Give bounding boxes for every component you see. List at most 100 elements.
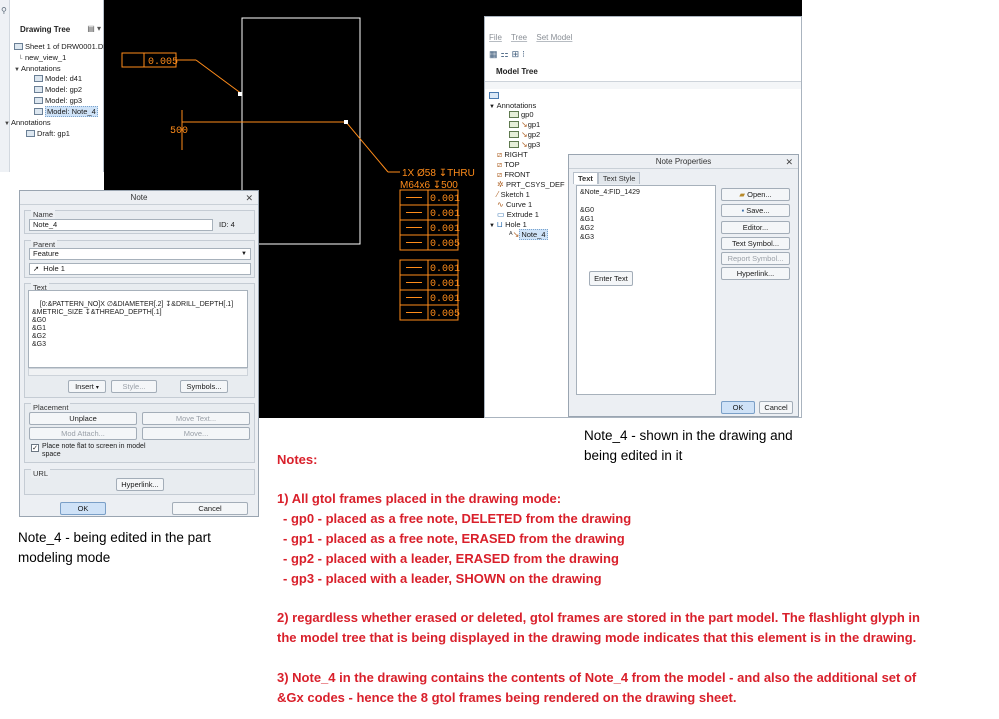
tree-item-right[interactable]: ⧄ RIGHT	[497, 150, 528, 160]
tree-item-gp1[interactable]: ↘gp1	[509, 120, 540, 130]
menu-tree[interactable]: Tree	[511, 33, 527, 42]
tree-item-gp2[interactable]: ↘gp2	[509, 130, 540, 140]
dialog-title-bar: Note Properties ✕	[569, 155, 798, 169]
gtol-value: 0.005	[430, 309, 460, 320]
folder-icon: ▰	[739, 190, 748, 199]
gtol-icon	[34, 86, 43, 93]
tree-settings-icon[interactable]: ⁝	[522, 49, 528, 59]
close-icon[interactable]: ✕	[785, 155, 793, 169]
horizontal-scrollbar[interactable]	[28, 368, 248, 376]
tree-item-model-note4[interactable]: Model: Note_4	[34, 106, 98, 117]
menu-set-model[interactable]: Set Model	[536, 33, 572, 42]
parent-type-select[interactable]: Feature ▼	[29, 248, 251, 260]
name-group: Name Note_4 ID: 4	[24, 210, 255, 234]
gtol-value: 0.001	[430, 294, 460, 305]
curve-icon: ∿	[497, 200, 506, 209]
dim-500-text: 500	[170, 126, 188, 137]
mod-attach-button[interactable]: Mod Attach...	[29, 427, 137, 440]
menu-file[interactable]: File	[489, 33, 502, 42]
style-button[interactable]: Style...	[111, 380, 157, 393]
side-tab-strip: ⚲	[0, 0, 10, 172]
notes-p1-item: - gp1 - placed as a free note, ERASED fr…	[283, 531, 625, 546]
url-group: URL Hyperlink...	[24, 469, 255, 495]
tree-item-curve1[interactable]: ∿ Curve 1	[497, 200, 532, 210]
drawing-tree-header: Drawing Tree ▤ ▾	[10, 22, 104, 38]
editor-button[interactable]: Editor...	[721, 221, 790, 234]
close-icon[interactable]: ✕	[245, 191, 253, 205]
chevron-down-icon: ▾	[95, 385, 99, 391]
cancel-button[interactable]: Cancel	[172, 502, 248, 515]
collapse-arrow-icon[interactable]: ▼	[489, 223, 497, 229]
tree-expand-icon[interactable]: ⊞	[512, 49, 523, 59]
tree-filter-icon[interactable]: ▦	[489, 49, 501, 59]
part-node-icon[interactable]	[489, 91, 501, 101]
insert-button[interactable]: Insert ▾	[68, 380, 106, 393]
part-icon	[489, 92, 499, 99]
unplace-button[interactable]: Unplace	[29, 412, 137, 425]
ok-button[interactable]: OK	[721, 401, 755, 414]
tree-item-extrude1[interactable]: ▭ Extrude 1	[497, 210, 539, 220]
menu-bar: File Tree Set Model	[489, 33, 579, 42]
gtol-group-2: 0.001 0.001 0.001 0.005	[399, 259, 460, 321]
dialog-title-bar: Note ✕	[20, 191, 258, 205]
tree-item-draft-gp1[interactable]: Draft: gp1	[26, 128, 70, 139]
note-icon	[34, 108, 43, 115]
tree-item-front[interactable]: ⧄ FRONT	[497, 170, 530, 180]
place-flat-label: Place note flat to screen in model space	[42, 443, 146, 458]
cancel-button[interactable]: Cancel	[759, 401, 793, 414]
flashlight-icon: ↘	[521, 120, 528, 129]
tree-item-sketch1[interactable]: ⁄ Sketch 1	[497, 190, 530, 200]
enter-text-button[interactable]: Enter Text	[589, 271, 633, 286]
gtol-value: 0.005	[430, 239, 460, 250]
tab-text[interactable]: Text	[573, 172, 598, 184]
notes-p3-line2: &Gx codes - hence the 8 gtol frames bein…	[277, 690, 737, 705]
tree-item-model-d41[interactable]: Model: d41	[34, 73, 82, 84]
name-label: Name	[31, 210, 56, 219]
place-flat-checkbox[interactable]: ✓	[31, 444, 39, 452]
tree-item-sheet[interactable]: Sheet 1 of DRW0001.DRW	[14, 41, 116, 52]
name-input[interactable]: Note_4	[29, 219, 213, 231]
tree-item-view[interactable]: └ new_view_1	[18, 52, 66, 63]
notes-p1: 1) All gtol frames placed in the drawing…	[277, 491, 562, 506]
leader-anchor	[238, 92, 242, 96]
tree-item-note4[interactable]: ᴬ↘ Note_4	[509, 229, 548, 240]
gtol-icon	[509, 131, 519, 138]
tree-item-gp0[interactable]: gp0	[509, 110, 534, 120]
hole-callout-line1: 1X Ø58 ↧THRU	[402, 168, 475, 179]
gtol-group-1: 0.001 0.001 0.001 0.005	[399, 189, 460, 251]
dialog-title: Note	[130, 193, 148, 202]
toolbar: ▦⚏⊞⁝	[489, 49, 528, 60]
move-text-button[interactable]: Move Text...	[142, 412, 250, 425]
save-button[interactable]: ▪ Save...	[721, 204, 790, 217]
symbols-button[interactable]: Symbols...	[180, 380, 228, 393]
drawing-tree-title: Drawing Tree	[20, 25, 71, 34]
gtol-icon	[509, 121, 519, 128]
tree-columns-icon[interactable]: ⚏	[501, 49, 512, 59]
collapse-arrow-icon[interactable]: ▼	[489, 104, 497, 110]
tree-tab-icon[interactable]: ⚲	[1, 6, 7, 15]
model-tree-title: Model Tree	[496, 67, 538, 76]
open-button[interactable]: ▰ Open...	[721, 188, 790, 201]
tab-text-style[interactable]: Text Style	[597, 172, 641, 184]
tree-item-model-gp3[interactable]: Model: gp3	[34, 95, 82, 106]
report-symbol-button[interactable]: Report Symbol...	[721, 252, 790, 265]
tree-item-gp3[interactable]: ↘gp3	[509, 140, 540, 150]
tree-item-annotations-2[interactable]: ▼Annotations	[4, 117, 51, 128]
hyperlink-button[interactable]: Hyperlink...	[721, 267, 790, 280]
notes-p3-line1: 3) Note_4 in the drawing contains the co…	[277, 670, 917, 685]
parent-reference-field[interactable]: ➚ Hole 1	[29, 263, 251, 275]
collapse-arrow-icon[interactable]: ▼	[4, 119, 11, 130]
flashlight-icon: ↘	[521, 140, 528, 149]
collapse-arrow-icon[interactable]: ▼	[14, 65, 21, 76]
note-text-area[interactable]: &Note_4:FID_1429 &G0 &G1 &G2 &G3	[576, 185, 716, 395]
ok-button[interactable]: OK	[60, 502, 106, 515]
tree-item-csys[interactable]: ✲ PRT_CSYS_DEF	[497, 180, 565, 190]
note-text-area[interactable]: [0:&PATTERN_NO]X ∅&DIAMETER[.2] ↧&DRILL_…	[28, 290, 248, 368]
leader-anchor	[344, 120, 348, 124]
tree-item-top[interactable]: ⧄ TOP	[497, 160, 520, 170]
move-button[interactable]: Move...	[142, 427, 250, 440]
tree-item-model-gp2[interactable]: Model: gp2	[34, 84, 82, 95]
text-symbol-button[interactable]: Text Symbol...	[721, 237, 790, 250]
hyperlink-button[interactable]: Hyperlink...	[116, 478, 164, 491]
tree-settings-icon[interactable]: ▤ ▾	[87, 24, 101, 33]
